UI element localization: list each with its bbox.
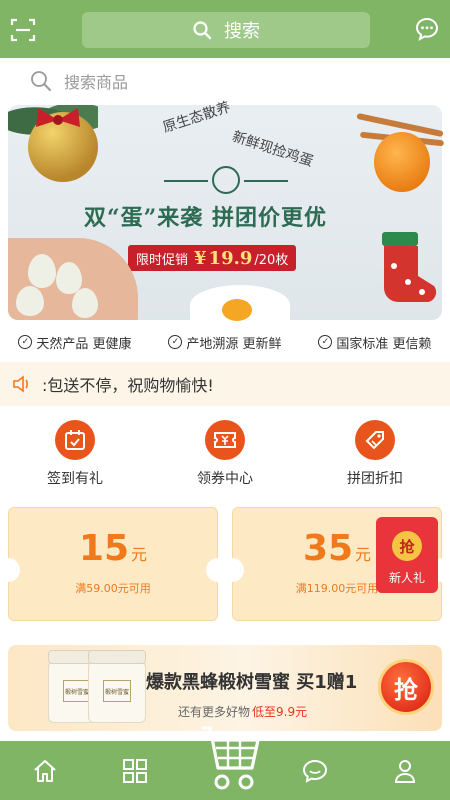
newbie-grab-label: 抢 <box>392 531 422 561</box>
coupon-unit: 元 <box>131 545 148 564</box>
nav-profile[interactable] <box>360 741 450 800</box>
feature-item: ✓ 天然产品 更健康 <box>18 333 132 352</box>
notice-bar[interactable]: :包送不停，祝购物愉快! <box>0 362 450 406</box>
coupon-amount: 35 <box>302 528 354 569</box>
promo-price-tag: 限时促销 ¥19.9 /20枚 <box>128 245 297 271</box>
nav-home[interactable] <box>0 741 90 800</box>
christmas-stocking-decoration <box>382 232 437 302</box>
check-circle-icon: ✓ <box>168 335 183 349</box>
calendar-check-icon <box>55 420 95 460</box>
speaker-icon <box>13 375 28 393</box>
jar-label: 椴树雪蜜 <box>63 680 91 702</box>
feature-item: ✓ 国家标准 更信赖 <box>318 333 432 352</box>
check-circle-icon: ✓ <box>318 335 333 349</box>
fried-egg-decoration <box>190 285 290 325</box>
quick-actions: 签到有礼 领券中心 拼团折扣 <box>0 420 450 490</box>
coupon-center-button[interactable]: 领券中心 <box>150 420 300 490</box>
promo-label: 限时促销 <box>136 252 189 268</box>
product-sub-highlight: 低至9.9元 <box>252 705 308 719</box>
search-icon <box>31 71 51 91</box>
feature-label: 天然产品 更健康 <box>36 336 132 352</box>
signin-gift-button[interactable]: 签到有礼 <box>0 420 150 490</box>
jar-label: 椴树雪蜜 <box>103 680 131 702</box>
coupon-ticket-icon <box>205 420 245 460</box>
feature-label: 产地溯源 更新鲜 <box>186 336 282 352</box>
home-icon <box>34 759 56 782</box>
red-bow-decoration <box>36 108 80 127</box>
coupon-condition: 满59.00元可用 <box>75 582 151 595</box>
banner-rule <box>164 180 208 182</box>
app-page: 搜索 搜索商品 ❄ ❄ ❄ ❄ 原生态散养 新鲜现捡鸡蛋 双“蛋”来袭 拼团价更… <box>0 0 450 800</box>
coupon-card[interactable]: 15 元 满59.00元可用 <box>8 507 218 621</box>
feature-strip: ✓ 天然产品 更健康 ✓ 产地溯源 更新鲜 ✓ 国家标准 更信赖 <box>0 330 450 354</box>
newbie-gift-badge[interactable]: 抢 新人礼 <box>376 517 438 593</box>
action-label: 签到有礼 <box>47 471 103 487</box>
cart-icon[interactable] <box>198 718 260 796</box>
jar-lid <box>88 650 146 664</box>
action-label: 领券中心 <box>197 471 253 487</box>
honey-jar-image: 椴树雪蜜 <box>88 650 146 723</box>
search-button[interactable]: 搜索 <box>82 12 370 48</box>
nav-messages[interactable] <box>270 741 360 800</box>
product-sub-text: 还有更多好物 <box>178 705 251 719</box>
check-circle-icon: ✓ <box>18 335 33 349</box>
search-icon <box>193 21 212 40</box>
product-title: 爆款黑蜂椴树雪蜜 买1赠1 <box>146 672 358 693</box>
promo-price: 19.9 <box>208 247 253 269</box>
promo-unit: /20枚 <box>254 252 289 268</box>
newbie-gift-label: 新人礼 <box>388 571 425 585</box>
promo-currency: ¥ <box>194 247 207 269</box>
group-tag-icon <box>355 420 395 460</box>
product-search-placeholder: 搜索商品 <box>64 73 129 92</box>
feature-item: ✓ 产地溯源 更新鲜 <box>168 333 282 352</box>
banner-rule <box>244 180 288 182</box>
scan-icon[interactable] <box>10 17 36 43</box>
user-icon <box>394 759 416 783</box>
top-bar: 搜索 <box>0 0 450 58</box>
coupon-amount-wrap: 15 元 <box>9 528 217 569</box>
egg-decoration <box>16 286 44 316</box>
egg-yolk-decoration <box>374 132 430 192</box>
egg-decoration <box>28 254 56 288</box>
banner-title: 双“蛋”来袭 拼团价更优 <box>84 205 327 231</box>
notice-text: :包送不停，祝购物愉快! <box>42 376 214 395</box>
search-button-label: 搜索 <box>224 21 260 42</box>
action-label: 拼团折扣 <box>347 471 403 487</box>
message-icon <box>302 759 328 783</box>
feature-label: 国家标准 更信赖 <box>336 336 432 352</box>
coupon-unit: 元 <box>355 545 372 564</box>
egg-decoration <box>72 288 98 318</box>
grid-category-icon <box>123 758 147 783</box>
chat-bubble-icon[interactable] <box>414 16 440 42</box>
coupon-amount: 15 <box>78 528 130 569</box>
group-discount-button[interactable]: 拼团折扣 <box>300 420 450 490</box>
banner-egg-outline <box>212 166 240 194</box>
grab-button[interactable]: 抢 <box>378 659 434 715</box>
nav-category[interactable] <box>90 741 180 800</box>
